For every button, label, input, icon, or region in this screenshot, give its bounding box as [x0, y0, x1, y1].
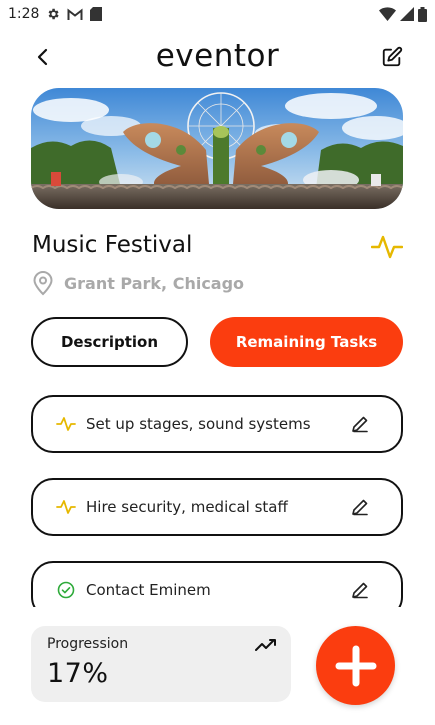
- pencil-icon[interactable]: [349, 579, 371, 601]
- pencil-icon[interactable]: [349, 496, 371, 518]
- task-list[interactable]: Set up stages, sound systems Hire securi…: [31, 395, 403, 607]
- event-title: Music Festival: [32, 232, 193, 258]
- gmail-icon: [67, 7, 83, 21]
- event-image: [31, 88, 403, 209]
- signal-icon: [400, 7, 414, 21]
- progression-card: Progression 17%: [31, 626, 291, 702]
- task-item[interactable]: Hire security, medical staff: [31, 478, 403, 536]
- status-right: [379, 6, 427, 22]
- wifi-icon: [379, 7, 396, 21]
- task-item[interactable]: Contact Eminem: [31, 561, 403, 607]
- battery-icon: [418, 6, 427, 22]
- task-label: Set up stages, sound systems: [86, 415, 311, 433]
- gear-icon: [46, 7, 60, 21]
- activity-pulse-icon: [55, 496, 77, 518]
- app-header: eventor: [0, 36, 435, 80]
- event-location: Grant Park, Chicago: [32, 270, 244, 296]
- map-pin-icon: [33, 271, 53, 296]
- activity-pulse-icon: [370, 234, 404, 260]
- location-label: Grant Park, Chicago: [64, 273, 245, 293]
- status-time: 1:28: [8, 6, 40, 22]
- edit-event-button[interactable]: [379, 44, 405, 70]
- app-title: eventor: [155, 38, 280, 74]
- add-task-button[interactable]: [316, 626, 395, 705]
- status-bar: 1:28: [0, 0, 435, 28]
- status-left: 1:28: [8, 6, 103, 22]
- trending-up-icon: [255, 636, 277, 654]
- progression-label: Progression: [47, 636, 129, 652]
- event-tabs: Description Remaining Tasks: [31, 317, 403, 367]
- pencil-icon[interactable]: [349, 413, 371, 435]
- check-circle-icon: [55, 579, 77, 601]
- task-item[interactable]: Set up stages, sound systems: [31, 395, 403, 453]
- tab-remaining-tasks[interactable]: Remaining Tasks: [210, 317, 403, 367]
- sd-card-icon: [90, 7, 103, 21]
- edit-square-icon: [382, 46, 403, 67]
- progression-value: 17%: [47, 658, 109, 689]
- task-label: Hire security, medical staff: [86, 498, 288, 516]
- plus-icon: [335, 645, 376, 686]
- tab-description[interactable]: Description: [31, 317, 188, 367]
- task-label: Contact Eminem: [86, 581, 211, 599]
- festival-stage-photo: [31, 88, 403, 209]
- activity-pulse-icon: [55, 413, 77, 435]
